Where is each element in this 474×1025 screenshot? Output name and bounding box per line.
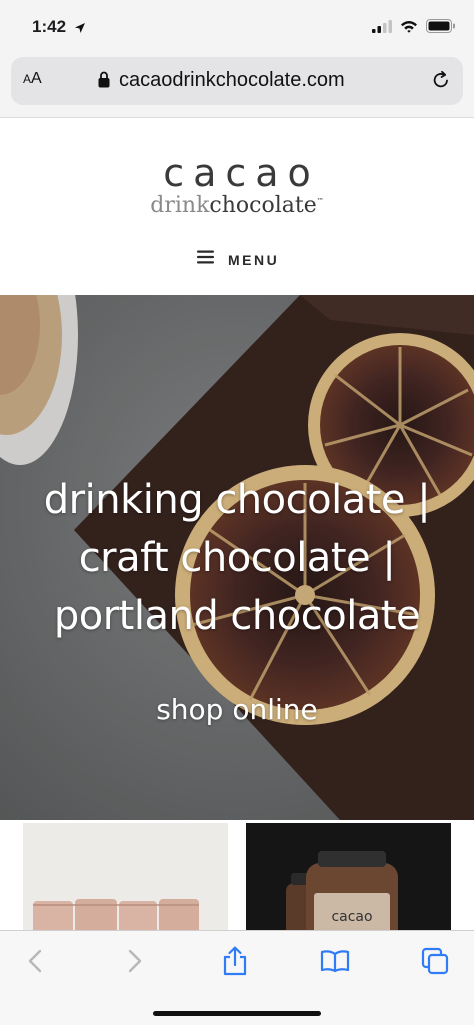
status-time: 1:42 bbox=[32, 17, 67, 36]
reload-icon[interactable] bbox=[431, 70, 451, 95]
battery-icon bbox=[426, 19, 456, 38]
hero-banner: drinking chocolate | craft chocolate | p… bbox=[0, 295, 474, 820]
home-indicator bbox=[153, 1011, 321, 1016]
bookmarks-button[interactable] bbox=[318, 946, 352, 980]
shop-online-link[interactable]: shop online bbox=[0, 693, 474, 726]
back-button[interactable] bbox=[18, 946, 52, 980]
share-button[interactable] bbox=[218, 946, 252, 980]
pouches-product-image bbox=[23, 823, 228, 933]
browser-address-area: AA cacaodrinkchocolate.com bbox=[0, 54, 474, 118]
status-indicators bbox=[372, 19, 456, 38]
url-text[interactable]: cacaodrinkchocolate.com bbox=[119, 69, 345, 92]
text-size-button[interactable]: AA bbox=[23, 70, 42, 88]
tabs-icon bbox=[421, 947, 449, 980]
back-chevron-icon bbox=[28, 949, 42, 978]
logo-trademark: ™ bbox=[316, 197, 324, 205]
product-grid: cacao bbox=[0, 820, 474, 933]
jars-product-image: cacao bbox=[246, 823, 451, 933]
logo-wordmark-bottom[interactable]: drinkchocolate™ bbox=[0, 193, 474, 218]
forward-button[interactable] bbox=[118, 946, 152, 980]
bookmarks-icon bbox=[320, 949, 350, 978]
browser-toolbar bbox=[0, 930, 474, 1025]
logo-wordmark-top[interactable]: cacao bbox=[0, 151, 474, 195]
product-card-jars[interactable]: cacao bbox=[246, 823, 451, 933]
logo-chocolate-text: chocolate bbox=[209, 193, 317, 218]
location-arrow-icon bbox=[74, 21, 86, 39]
menu-label: MENU bbox=[228, 251, 280, 268]
hamburger-icon bbox=[196, 250, 216, 269]
forward-chevron-icon bbox=[128, 949, 142, 978]
tabs-button[interactable] bbox=[418, 946, 452, 980]
product-card-pouches[interactable] bbox=[23, 823, 228, 933]
cellular-signal-icon bbox=[372, 19, 392, 38]
menu-button[interactable]: MENU bbox=[196, 250, 279, 269]
status-bar: 1:42 bbox=[0, 0, 474, 54]
site-header: cacao drinkchocolate™ MENU bbox=[0, 119, 474, 295]
wifi-icon bbox=[400, 20, 418, 38]
jar-label-text: cacao bbox=[331, 909, 372, 925]
share-icon bbox=[222, 946, 248, 981]
hero-title: drinking chocolate | craft chocolate | p… bbox=[43, 477, 431, 639]
address-bar[interactable]: AA cacaodrinkchocolate.com bbox=[11, 57, 463, 105]
lock-icon bbox=[98, 71, 110, 93]
logo-drink-text: drink bbox=[150, 193, 210, 218]
